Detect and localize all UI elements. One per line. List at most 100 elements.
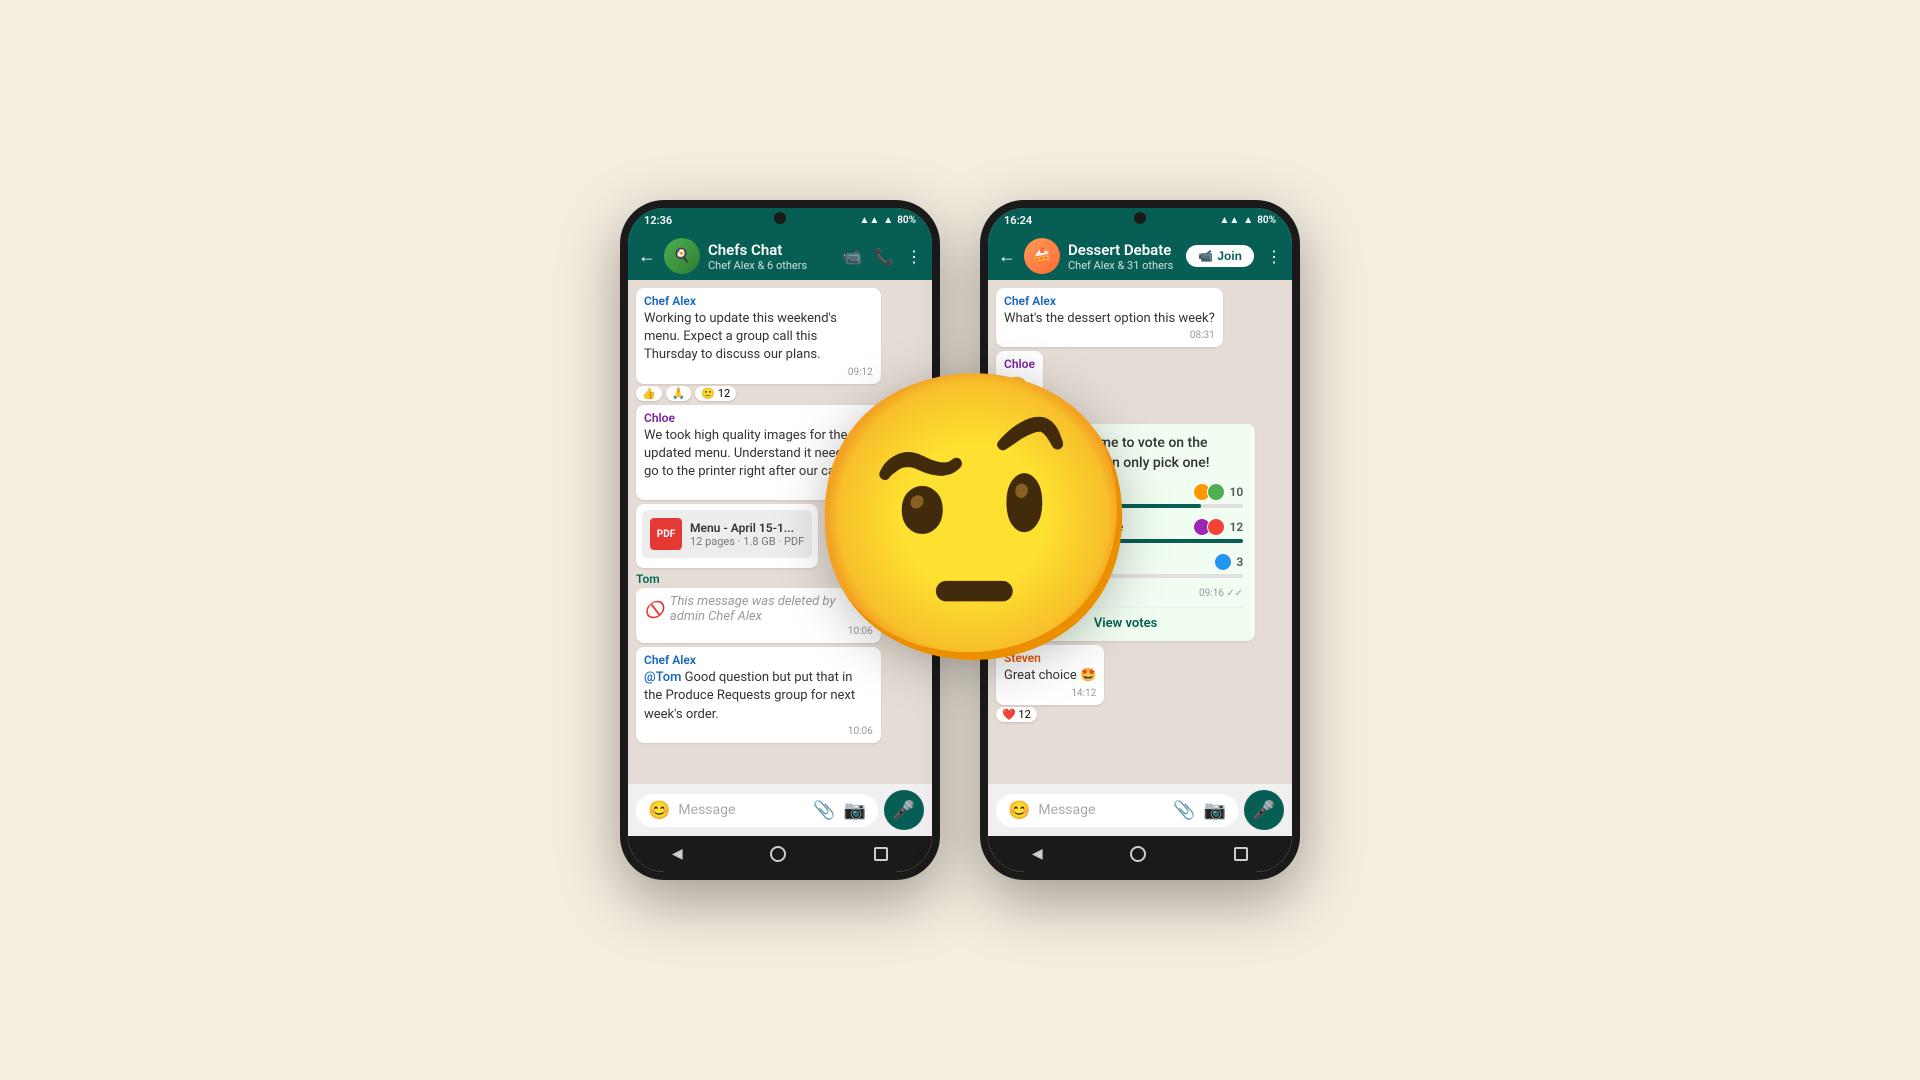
notch-left [774,212,786,224]
poll-option-gelato[interactable]: Gelato 10 [1008,483,1243,508]
join-label: Join [1217,249,1242,263]
r-reaction-heart: ❤️ 12 [996,707,1037,722]
attach-icon-right[interactable]: 📎 [1173,800,1195,821]
msg-time-4: 10:06 [644,626,873,637]
poll-footer: 09:16 ✓✓ [1008,588,1243,599]
poll-radio-chocolate-cake[interactable] [1008,519,1024,535]
pdf-name: Menu - April 15-1... [690,521,804,535]
reaction-pray: 🙏 [666,386,692,401]
reactions-1: 👍 🙏 🙂 12 [636,386,736,401]
home-nav-left[interactable] [770,846,786,862]
message-placeholder-right[interactable]: Message [1038,802,1165,818]
phone-left: 12:36 ▲▲ ▲ 80% ← 🍳 Chefs Chat Chef Alex … [620,200,940,880]
message-4-deleted: 🚫 This message was deleted by admin Chef… [636,588,881,643]
poll-radio-cheesecake[interactable] [1008,554,1024,570]
battery-left: 80% [897,215,916,226]
group-subtitle-left: Chef Alex & 6 others [708,259,834,272]
phone-right: 16:24 ▲▲ ▲ 80% ← 🍰 Dessert Debate Chef A… [980,200,1300,880]
r-message-1: Chef Alex What's the dessert option this… [996,288,1223,347]
pdf-meta: 12 pages · 1.8 GB · PDF [690,535,804,548]
r-reactions-4: ❤️ 12 [996,707,1037,722]
message-input-container-left[interactable]: 😊 Message 📎 📷 [636,794,878,827]
phones-container: 12:36 ▲▲ ▲ 80% ← 🍳 Chefs Chat Chef Alex … [620,200,1300,880]
msg-text-2: We took high quality images for the upda… [644,427,873,482]
chat-info-left: Chefs Chat Chef Alex & 6 others [708,241,834,272]
menu-icon-left[interactable]: ⋮ [906,247,922,266]
attach-icon-left[interactable]: 📎 [813,800,835,821]
r-sender-chef-alex: Chef Alex [1004,294,1215,308]
r-message-wrapper-4: Steven Great choice 🤩 14:12 ❤️ 12 [996,645,1284,721]
mic-button-right[interactable]: 🎤 [1244,790,1284,830]
video-call-icon[interactable]: 📹 [842,247,862,266]
message-1: Chef Alex Working to update this weekend… [636,288,881,384]
emoji-input-icon-right[interactable]: 😊 [1008,800,1030,821]
deleted-message: 🚫 This message was deleted by admin Chef… [644,594,873,624]
group-avatar-left: 🍳 [664,238,700,274]
poll-bar-track-cheesecake [1008,574,1243,578]
r-message-wrapper-1: Chef Alex What's the dessert option this… [996,288,1284,347]
camera-icon-left[interactable]: 📷 [844,800,866,821]
r-msg-time-4: 14:12 [1004,688,1096,699]
status-time-left: 12:36 [644,214,672,227]
mic-button-left[interactable]: 🎤 [884,790,924,830]
camera-icon-right[interactable]: 📷 [1204,800,1226,821]
poll-bubble: Okay team – time to vote on the dessert … [996,424,1255,641]
back-nav-right[interactable]: ◀ [1032,846,1043,862]
signal-icon-left: ▲▲ [859,215,879,226]
message-3-pdf: PDF Menu - April 15-1... 12 pages · 1.8 … [636,504,818,568]
r-message-2: Chloe 😊 08:36 [996,351,1043,420]
message-2: Chloe We took high quality images for th… [636,405,881,501]
back-nav-left[interactable]: ◀ [672,846,683,862]
poll-option-chocolate-cake[interactable]: Chocolate Cake 12 [1008,518,1243,543]
poll-votes-cheesecake: 3 [1214,553,1243,571]
view-votes-button[interactable]: View votes [1008,607,1243,631]
back-button-left[interactable]: ← [638,246,656,267]
message-placeholder-left[interactable]: Message [678,802,805,818]
wifi-icon-right: ▲ [1243,215,1253,226]
pdf-attachment[interactable]: PDF Menu - April 15-1... 12 pages · 1.8 … [642,510,812,558]
nav-bar-left: ◀ [628,836,932,872]
sender-tom: Tom [636,572,660,586]
recent-nav-right[interactable] [1234,847,1248,861]
poll-radio-gelato[interactable] [1008,484,1024,500]
msg-time-1: 09:12 [644,367,873,378]
group-avatar-right: 🍰 [1024,238,1060,274]
menu-icon-right[interactable]: ⋮ [1266,247,1282,266]
r-sender-steven: Steven [1004,651,1096,665]
chat-input-right: 😊 Message 📎 📷 🎤 [988,784,1292,836]
poll-votes-chocolate-cake: 12 [1193,518,1243,536]
emoji-input-icon-left[interactable]: 😊 [648,800,670,821]
group-subtitle-right: Chef Alex & 31 others [1068,259,1178,272]
poll-question: Okay team – time to vote on the dessert … [1008,434,1243,473]
poll-bar-fill-chocolate-cake [1008,539,1243,543]
header-icons-right: 📹 Join ⋮ [1186,245,1282,267]
join-button[interactable]: 📹 Join [1186,245,1254,267]
wifi-icon-left: ▲ [883,215,893,226]
r-sender-chloe: Chloe [1004,357,1035,371]
message-5: Chef Alex @Tom Good question but put tha… [636,647,881,743]
nav-bar-right: ◀ [988,836,1292,872]
message-wrapper-5: Chef Alex @Tom Good question but put tha… [636,647,924,743]
home-nav-right[interactable] [1130,846,1146,862]
poll-bar-track-gelato [1008,504,1243,508]
poll-option-name-chocolate-cake: Chocolate Cake [1032,520,1123,535]
status-icons-left: ▲▲ ▲ 80% [859,215,916,226]
group-name-right: Dessert Debate [1068,241,1178,259]
poll-bar-fill-gelato [1008,504,1201,508]
status-bar-left: 12:36 ▲▲ ▲ 80% [628,208,932,232]
poll-option-name-cheesecake: Cheesecake [1032,555,1103,570]
sender-chef-alex-2: Chef Alex [644,653,873,667]
sender-chloe-1: Chloe [644,411,873,425]
poll-time: 09:16 ✓✓ [1199,588,1243,599]
message-input-container-right[interactable]: 😊 Message 📎 📷 [996,794,1238,827]
r-msg-time-1: 08:31 [1004,330,1215,341]
chat-body-left: Chef Alex Working to update this weekend… [628,280,932,784]
back-button-right[interactable]: ← [998,246,1016,267]
recent-nav-left[interactable] [874,847,888,861]
poll-option-cheesecake[interactable]: Cheesecake 3 [1008,553,1243,578]
r-message-wrapper-3: Okay team – time to vote on the dessert … [996,424,1284,641]
r-msg-text-4: Great choice 🤩 [1004,667,1096,685]
r-message-4: Steven Great choice 🤩 14:12 [996,645,1104,704]
voice-call-icon[interactable]: 📞 [874,247,894,266]
msg-text-5: @Tom Good question but put that in the P… [644,669,873,724]
